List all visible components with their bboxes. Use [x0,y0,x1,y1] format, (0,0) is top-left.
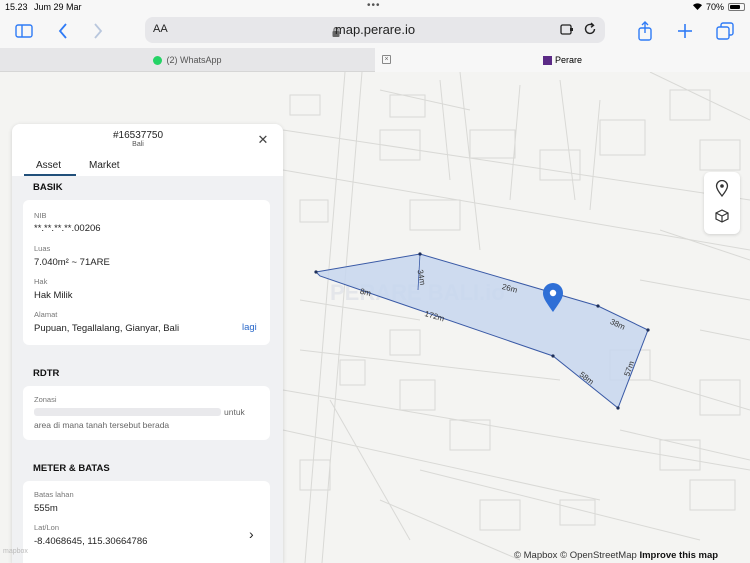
reload-icon[interactable] [583,22,597,41]
status-date: Jum 29 Mar [34,2,82,12]
map-tools [704,172,740,234]
active-tab-indicator [24,174,76,176]
map-attribution: © Mapbox © OpenStreetMap Improve this ma… [514,550,718,561]
close-icon[interactable]: ✕ [256,133,270,147]
battery-icon [728,3,745,11]
tab-whatsapp-label: (2) WhatsApp [166,55,222,65]
batas-lahan-label: Batas lahan [34,490,74,499]
nib-value: **.**.**.**.00206 [34,223,101,234]
section-meter-title: METER & BATAS [33,463,110,474]
latlon-value: -8.4068645, 115.30664786 [34,536,148,547]
tabs-overview-icon[interactable] [714,20,736,42]
address-bar[interactable]: AA map.perare.io [145,17,605,43]
perare-logo-icon [542,55,552,65]
parcel-region: Bali [132,141,144,148]
close-tab-icon[interactable]: × [382,55,391,64]
tab-perare-label: Perare [554,55,582,65]
section-rdtr-title: RDTR [33,368,60,379]
basik-card: NIB **.**.**.**.00206 Luas 7.040m² ~ 71A… [23,200,270,345]
extension-icon[interactable] [560,23,574,41]
tab-bar: (2) WhatsApp Perare × [0,48,750,72]
3d-cube-icon[interactable] [714,208,730,229]
batas-lahan-value: 555m [34,503,58,514]
alamat-label: Alamat [34,310,58,319]
tab-perare[interactable]: Perare [375,48,750,72]
forward-icon[interactable] [87,20,109,42]
wifi-icon [692,2,703,13]
nib-label: NIB [34,211,47,220]
battery-percent: 70% [706,2,725,12]
latlon-label: Lat/Lon [34,523,60,532]
sidebar-icon[interactable] [13,20,35,42]
rdtr-card: Zonasi untuk area di mana tanah tersebut… [23,386,270,440]
location-pin-icon[interactable] [715,179,729,202]
mapbox-logo[interactable]: mapbox [3,548,28,555]
share-icon[interactable] [634,20,656,42]
section-basik-title: BASIK [33,182,63,193]
status-bar: 15.23 Jum 29 Mar ••• 70% [0,0,750,14]
parcel-id: #16537750 [112,130,164,141]
back-icon[interactable] [52,20,74,42]
tab-asset[interactable]: Asset [36,160,61,171]
improve-map-link[interactable]: Improve this map [639,550,718,561]
tab-market[interactable]: Market [89,160,120,171]
zonasi-text: area di mana tanah tersebut berada [34,420,170,430]
status-time: 15.23 [5,2,28,12]
hak-label: Hak [34,277,48,286]
zonasi-redacted [34,408,221,416]
zonasi-label: Zonasi [34,395,57,404]
zonasi-suffix: untuk [224,407,245,417]
more-link[interactable]: lagi [242,322,257,333]
parcel-info-panel: #16537750 Bali ✕ Asset Market BASIK NIB … [12,124,283,563]
panel-header: #16537750 Bali ✕ Asset Market [12,124,283,176]
chevron-right-icon[interactable]: › [249,526,254,542]
new-tab-icon[interactable] [674,20,696,42]
luas-value: 7.040m² ~ 71ARE [34,257,110,268]
url-text[interactable]: map.perare.io [145,22,605,37]
alamat-value: Pupuan, Tegallalang, Gianyar, Bali [34,323,180,334]
whatsapp-icon [153,55,163,65]
luas-label: Luas [34,244,51,253]
hak-value: Hak Milik [34,290,73,301]
multitask-dots-icon[interactable]: ••• [367,0,381,11]
tab-whatsapp[interactable]: (2) WhatsApp [0,48,375,72]
meter-card: Batas lahan 555m Lat/Lon -8.4068645, 115… [23,481,270,563]
osm-attribution-link[interactable]: © OpenStreetMap [560,550,637,561]
mapbox-attribution-link[interactable]: © Mapbox [514,550,557,561]
